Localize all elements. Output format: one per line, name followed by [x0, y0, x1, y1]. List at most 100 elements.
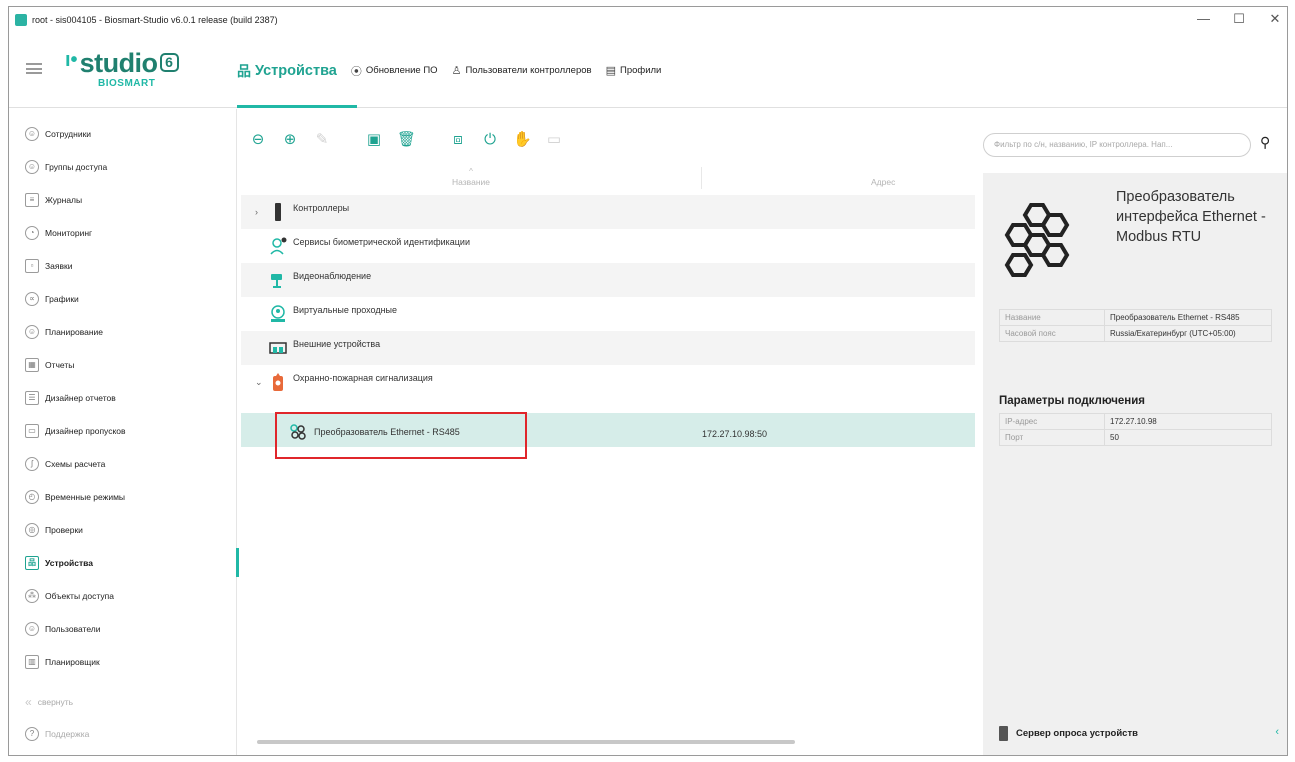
profile-icon: ▤ [605, 65, 616, 77]
sidebar-item-calc-schemes[interactable]: ʃ Схемы расчета [9, 447, 237, 480]
toolbar: ⊖ ⊕ ✎ ▣ 🗑 ⧈ ⏻ ✋ ▭ [249, 125, 563, 155]
tab-update[interactable]: ⦿ Обновление ПО [351, 33, 438, 108]
time-mode-icon: ◴ [25, 489, 39, 504]
sidebar-item-devices[interactable]: 品 Устройства [9, 546, 239, 579]
device-properties: Название Преобразователь Ethernet - RS48… [999, 309, 1272, 342]
sidebar-support[interactable]: ? Поддержка [9, 717, 237, 750]
sidebar-item-reports[interactable]: ▦ Отчеты [9, 348, 237, 381]
tab-controller-users[interactable]: ♙ Пользователи контроллеров [452, 33, 592, 108]
sidebar-item-journals[interactable]: ≡ Журналы [9, 183, 237, 216]
prop-row: Название Преобразователь Ethernet - RS48… [999, 309, 1272, 326]
chevron-right-icon[interactable]: › [255, 207, 258, 217]
filter-input[interactable]: Фильтр по с/н, названию, IP контроллера.… [983, 133, 1251, 157]
delete-icon[interactable]: 🗑 [397, 131, 416, 149]
sidebar-item-planning[interactable]: ☺ Планирование [9, 315, 237, 348]
prop-value: Преобразователь Ethernet - RS485 [1104, 309, 1272, 326]
tab-update-label: Обновление ПО [365, 65, 438, 76]
tree-row-biometric[interactable]: Сервисы биометрической идентификации [241, 229, 975, 263]
window-title: root - sis004105 - Biosmart-Studio v6.0.… [32, 15, 278, 25]
display-icon[interactable]: ▭ [545, 131, 563, 149]
search-icon[interactable]: ⚲ [1260, 134, 1270, 151]
menu-icon[interactable] [26, 63, 42, 74]
device-tree: ^ Название Адрес › Контроллеры Сервисы б… [241, 167, 975, 741]
sidebar-item-requests[interactable]: ▫ Заявки [9, 249, 237, 282]
poll-server[interactable]: Сервер опроса устройств [999, 726, 1138, 741]
group-icon: ☺ [25, 159, 39, 174]
tree-row-virtual[interactable]: Виртуальные проходные [241, 297, 975, 331]
app-header: ı•studio 6 BIOSMART 品 Устройства ⦿ Обновл… [9, 33, 1287, 108]
user-icon: ♙ [451, 65, 462, 77]
sidebar-item-pass-designer[interactable]: ▭ Дизайнер пропусков [9, 414, 237, 447]
journal-icon: ≡ [25, 192, 39, 207]
column-address[interactable]: Адрес [701, 177, 975, 187]
app-window: root - sis004105 - Biosmart-Studio v6.0.… [8, 6, 1288, 756]
sidebar-item-label: Планирование [45, 326, 104, 337]
chevron-down-icon[interactable]: ⌄ [255, 377, 263, 388]
settings-icon[interactable]: ▣ [365, 131, 383, 149]
fire-alarm-icon [273, 373, 283, 391]
tree-row-external[interactable]: Внешние устройства [241, 331, 975, 365]
sidebar-collapse[interactable]: « свернуть [9, 685, 237, 718]
tree-row-converter[interactable]: Преобразователь Ethernet - RS485 172.27.… [241, 413, 975, 447]
poll-server-label: Сервер опроса устройств [1016, 728, 1138, 739]
sidebar-item-employees[interactable]: ☺ Сотрудники [9, 117, 237, 150]
add-icon[interactable]: ⊕ [281, 131, 299, 149]
sidebar-item-time-modes[interactable]: ◴ Временные режимы [9, 480, 237, 513]
planning-icon: ☺ [25, 324, 39, 339]
minimize-button[interactable]: — [1197, 11, 1210, 27]
device-title: Преобразователь интерфейса Ethernet - Mo… [1116, 189, 1266, 245]
identify-icon[interactable]: ⧈ [449, 131, 467, 149]
title-bar: root - sis004105 - Biosmart-Studio v6.0.… [9, 7, 1287, 33]
sidebar-item-label: Планировщик [45, 656, 100, 667]
hand-icon[interactable]: ✋ [513, 131, 532, 149]
sidebar-item-scheduler[interactable]: ▥ Планировщик [9, 645, 237, 678]
sort-asc-icon: ^ [469, 167, 473, 176]
sidebar-item-users[interactable]: ☺ Пользователи [9, 612, 237, 645]
sidebar-item-access-groups[interactable]: ☺ Группы доступа [9, 150, 237, 183]
table-header: ^ Название Адрес [241, 167, 975, 189]
prop-row: Порт 50 [999, 429, 1272, 446]
sidebar-item-label: Проверки [45, 524, 83, 535]
logo-brand: BIOSMART [98, 78, 156, 89]
external-device-icon [269, 342, 287, 354]
schedule-icon: ∝ [25, 291, 39, 306]
access-objects-icon: ⁂ [25, 588, 39, 603]
sidebar-item-monitoring[interactable]: ◔ Мониторинг [9, 216, 237, 249]
horizontal-scrollbar[interactable] [257, 740, 795, 744]
sidebar: ☺ Сотрудники ☺ Группы доступа ≡ Журналы ◔ Мо… [9, 109, 239, 755]
sidebar-item-access-objects[interactable]: ⁂ Объекты доступа [9, 579, 237, 612]
maximize-button[interactable]: ☐ [1233, 11, 1245, 27]
tree-row-address: 172.27.10.98:50 [702, 429, 768, 439]
prop-value: Russia/Екатеринбург (UTC+05:00) [1104, 325, 1272, 342]
prop-row: Часовой пояс Russia/Екатеринбург (UTC+05… [999, 325, 1272, 342]
edit-icon[interactable]: ✎ [313, 131, 331, 149]
power-icon[interactable]: ⏻ [481, 131, 499, 149]
tab-devices[interactable]: 品 Устройства [237, 33, 357, 108]
zoom-out-icon[interactable]: ⊖ [249, 131, 267, 149]
devices-icon: 品 [237, 62, 251, 79]
sidebar-item-label: Устройства [45, 557, 93, 568]
chevron-left-icon[interactable]: ‹ [1275, 726, 1279, 738]
tree-row-video[interactable]: Видеонаблюдение [241, 263, 975, 297]
sidebar-item-label: Группы доступа [45, 161, 108, 172]
report-icon: ▦ [25, 357, 39, 372]
logo: ı•studio 6 BIOSMART [65, 49, 179, 89]
report-designer-icon: ☰ [25, 390, 39, 405]
tree-row-label: Преобразователь Ethernet - RS485 [314, 427, 460, 437]
logo-mark-icon: ı• [65, 49, 78, 71]
sidebar-item-checks[interactable]: ◎ Проверки [9, 513, 237, 546]
sidebar-collapse-label: свернуть [37, 696, 74, 707]
sidebar-item-label: Дизайнер отчетов [45, 392, 116, 403]
sidebar-item-report-designer[interactable]: ☰ Дизайнер отчетов [9, 381, 237, 414]
column-name[interactable]: Название [241, 177, 701, 187]
prop-key: Часовой пояс [999, 325, 1105, 342]
prop-value: 50 [1104, 429, 1272, 446]
sidebar-item-schedules[interactable]: ∝ Графики [9, 282, 237, 315]
sidebar-item-label: Отчеты [45, 359, 75, 370]
sidebar-item-label: Мониторинг [45, 227, 93, 238]
tree-row-fire-alarm[interactable]: ⌄ Охранно-пожарная сигнализация [241, 365, 975, 399]
check-icon: ◎ [25, 522, 39, 537]
tree-row-controllers[interactable]: › Контроллеры [241, 195, 975, 229]
close-button[interactable]: ✕ [1269, 11, 1281, 27]
tab-profiles[interactable]: ▤ Профили [606, 33, 662, 108]
